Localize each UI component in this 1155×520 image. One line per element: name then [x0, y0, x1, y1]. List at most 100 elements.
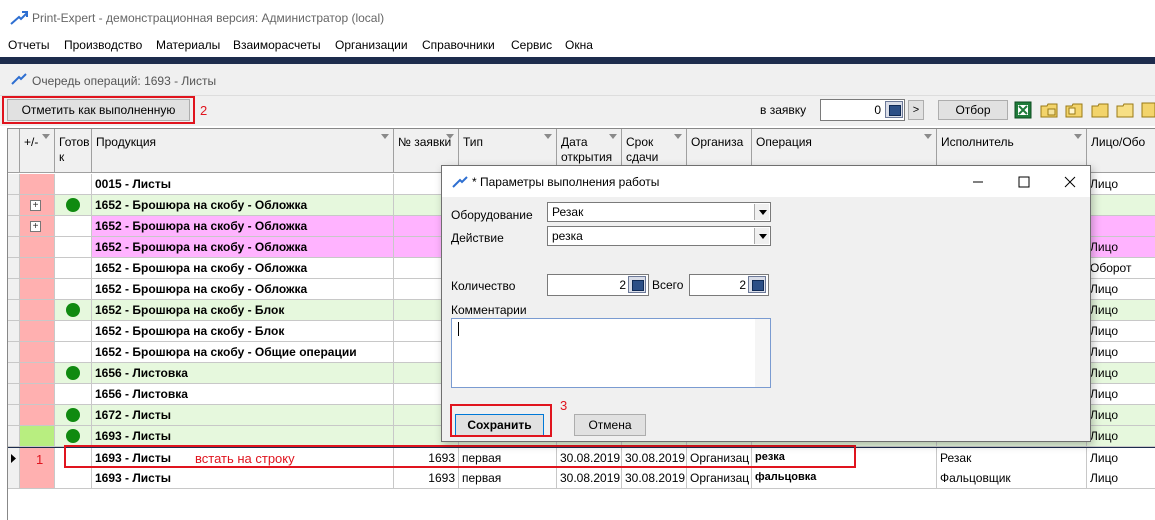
col-ready[interactable]: Готов к: [55, 129, 92, 173]
side-cell[interactable]: Лицо: [1087, 363, 1155, 384]
total-calculator-icon[interactable]: [748, 276, 766, 293]
ready-cell[interactable]: [55, 195, 92, 216]
folder-open-icon[interactable]: [1090, 100, 1110, 120]
side-cell[interactable]: [1087, 216, 1155, 237]
row-indicator[interactable]: [8, 216, 20, 237]
excel-icon[interactable]: [1013, 100, 1033, 120]
row-indicator[interactable]: [8, 174, 20, 195]
ready-cell[interactable]: [55, 258, 92, 279]
row-indicator[interactable]: [8, 363, 20, 384]
row-indicator[interactable]: [8, 195, 20, 216]
maximize-icon[interactable]: [1017, 175, 1031, 189]
open-date-cell[interactable]: 30.08.2019: [557, 468, 622, 489]
product-cell[interactable]: 1652 - Брошюра на скобу - Обложка: [92, 216, 394, 237]
deadline-cell[interactable]: 30.08.2019: [622, 468, 687, 489]
product-cell[interactable]: 1652 - Брошюра на скобу - Блок: [92, 300, 394, 321]
product-cell[interactable]: 0015 - Листы: [92, 174, 394, 195]
row-indicator[interactable]: [8, 300, 20, 321]
expand-plus-icon[interactable]: +: [30, 200, 41, 211]
row-indicator[interactable]: [8, 426, 20, 447]
menu-references[interactable]: Справочники: [422, 38, 495, 52]
row-indicator[interactable]: [8, 279, 20, 300]
expand-cell[interactable]: [20, 342, 55, 363]
side-cell[interactable]: Лицо: [1087, 300, 1155, 321]
org-cell[interactable]: Организац: [687, 468, 752, 489]
expand-cell[interactable]: [20, 279, 55, 300]
calculator-icon[interactable]: [885, 101, 903, 118]
ready-cell[interactable]: [55, 300, 92, 321]
row-indicator[interactable]: [8, 342, 20, 363]
menu-service[interactable]: Сервис: [511, 38, 552, 52]
menu-materials[interactable]: Материалы: [156, 38, 220, 52]
expand-cell[interactable]: +: [20, 195, 55, 216]
ready-cell[interactable]: [55, 405, 92, 426]
product-cell[interactable]: 1693 - Листы: [92, 468, 394, 489]
type-cell[interactable]: первая: [459, 468, 557, 489]
action-dropdown[interactable]: резка: [547, 226, 771, 246]
col-side[interactable]: Лицо/Обо: [1087, 129, 1155, 173]
expand-cell[interactable]: [20, 237, 55, 258]
table-row[interactable]: 1693 - Листы 1693 первая 30.08.2019 30.08.20…: [8, 468, 1155, 489]
col-expand[interactable]: +/-: [20, 129, 55, 173]
expand-cell[interactable]: [20, 426, 55, 447]
menu-windows[interactable]: Окна: [565, 38, 593, 52]
side-cell[interactable]: Лицо: [1087, 405, 1155, 426]
side-cell[interactable]: [1087, 195, 1155, 216]
ready-cell[interactable]: [55, 174, 92, 195]
ready-cell[interactable]: [55, 216, 92, 237]
product-cell[interactable]: 1672 - Листы: [92, 405, 394, 426]
ready-cell[interactable]: [55, 384, 92, 405]
executor-cell[interactable]: Резак: [937, 448, 1087, 469]
row-indicator[interactable]: [8, 468, 20, 489]
comments-scrollbar[interactable]: [755, 319, 770, 387]
ready-cell[interactable]: [55, 342, 92, 363]
product-cell[interactable]: 1656 - Листовка: [92, 363, 394, 384]
operation-cell[interactable]: фальцовка: [752, 468, 937, 489]
expand-cell[interactable]: [20, 300, 55, 321]
expand-plus-icon[interactable]: +: [30, 221, 41, 232]
side-cell[interactable]: Лицо: [1087, 448, 1155, 469]
side-cell[interactable]: Лицо: [1087, 468, 1155, 489]
side-cell[interactable]: Оборот: [1087, 258, 1155, 279]
side-cell[interactable]: Лицо: [1087, 279, 1155, 300]
product-cell[interactable]: 1656 - Листовка: [92, 384, 394, 405]
expand-cell[interactable]: [20, 321, 55, 342]
menu-organizations[interactable]: Организации: [335, 38, 408, 52]
expand-cell[interactable]: [20, 363, 55, 384]
print-icon[interactable]: [1140, 100, 1155, 120]
ready-cell[interactable]: [55, 426, 92, 447]
filter-button[interactable]: Отбор: [938, 100, 1008, 120]
folder-icon[interactable]: [1115, 100, 1135, 120]
side-cell[interactable]: Лицо: [1087, 237, 1155, 258]
row-indicator[interactable]: [8, 448, 20, 469]
product-cell[interactable]: 1652 - Брошюра на скобу - Обложка: [92, 237, 394, 258]
row-indicator[interactable]: [8, 237, 20, 258]
expand-cell[interactable]: [20, 384, 55, 405]
menu-production[interactable]: Производство: [64, 38, 142, 52]
cancel-button[interactable]: Отмена: [574, 414, 646, 436]
side-cell[interactable]: Лицо: [1087, 321, 1155, 342]
product-cell[interactable]: 1652 - Брошюра на скобу - Общие операции: [92, 342, 394, 363]
folder-add-icon[interactable]: [1039, 100, 1059, 120]
equipment-dropdown[interactable]: Резак: [547, 202, 771, 222]
side-cell[interactable]: Лицо: [1087, 342, 1155, 363]
side-cell[interactable]: Лицо: [1087, 426, 1155, 447]
row-indicator[interactable]: [8, 321, 20, 342]
ready-cell[interactable]: [55, 237, 92, 258]
order-cell[interactable]: 1693: [394, 468, 459, 489]
product-cell[interactable]: 1652 - Брошюра на скобу - Блок: [92, 321, 394, 342]
col-product[interactable]: Продукция: [92, 129, 394, 173]
menu-reports[interactable]: Отчеты: [8, 38, 49, 52]
side-cell[interactable]: Лицо: [1087, 384, 1155, 405]
ready-cell[interactable]: [55, 363, 92, 384]
comments-textarea[interactable]: [451, 318, 771, 388]
next-button[interactable]: >: [908, 100, 924, 120]
executor-cell[interactable]: Фальцовщик: [937, 468, 1087, 489]
minimize-icon[interactable]: [971, 175, 985, 189]
product-cell[interactable]: 1652 - Брошюра на скобу - Обложка: [92, 195, 394, 216]
product-cell[interactable]: 1652 - Брошюра на скобу - Обложка: [92, 258, 394, 279]
row-indicator[interactable]: [8, 405, 20, 426]
product-cell[interactable]: 1693 - Листы: [92, 426, 394, 447]
expand-cell[interactable]: [20, 468, 55, 489]
expand-cell[interactable]: [20, 174, 55, 195]
